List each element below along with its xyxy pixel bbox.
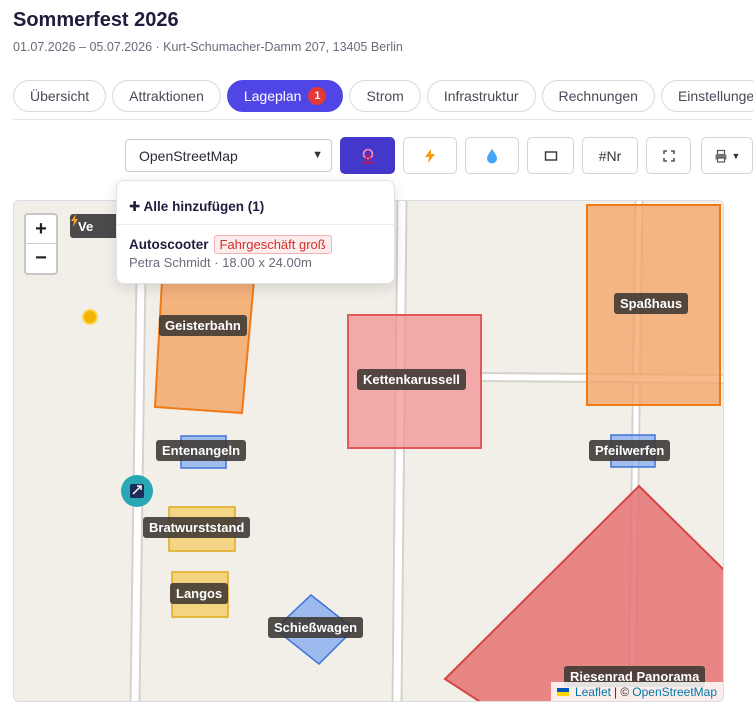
energy-legend-chip[interactable]: Ve [70, 214, 120, 238]
tab-bar: Übersicht Attraktionen Lageplan 1 Strom I… [13, 80, 753, 112]
chevron-down-icon: ▼ [312, 149, 323, 161]
tab-label: Einstellungen [677, 88, 753, 104]
map-label-spasshaus: Spaßhaus [614, 293, 689, 314]
ukraine-flag-icon [556, 687, 569, 696]
event-subtitle: 01.07.2026 – 05.07.2026 · Kurt-Schumache… [13, 40, 403, 54]
map-label-kettenkarussell: Kettenkarussell [357, 369, 466, 390]
tab-einstellungen[interactable]: Einstellungen [660, 80, 753, 112]
tab-attraktionen[interactable]: Attraktionen [112, 80, 221, 112]
leaflet-link[interactable]: Leaflet [575, 685, 611, 699]
map-label-entenangeln: Entenangeln [156, 440, 247, 461]
tab-label: Strom [366, 88, 404, 104]
zoom-control: + − [24, 213, 58, 275]
map-label-langos: Langos [170, 583, 229, 604]
fullscreen-button[interactable] [646, 137, 691, 174]
tab-label: Infrastruktur [443, 88, 519, 104]
tab-label: Rechnungen [558, 88, 638, 104]
osm-link[interactable]: OpenStreetMap [632, 685, 717, 699]
print-menu-button[interactable]: ▼ [701, 137, 753, 174]
add-all-button[interactable]: ✚ Alle hinzufügen (1) [129, 199, 264, 215]
attribution-separator: | © [613, 684, 630, 699]
tab-strom[interactable]: Strom [349, 80, 421, 112]
printer-icon [715, 149, 727, 163]
water-layer-button[interactable] [465, 137, 519, 174]
power-marker[interactable] [82, 309, 98, 325]
map-attribution: Leaflet | © OpenStreetMap [550, 682, 723, 701]
zoom-in-button[interactable]: + [26, 215, 56, 244]
attractions-layer-button[interactable] [340, 137, 395, 174]
category-badge: Fahrgeschäft groß [213, 235, 332, 254]
water-marker[interactable] [121, 475, 153, 507]
page-title: Sommerfest 2026 [13, 9, 179, 31]
map-label-pfeilwerfen: Pfeilwerfen [589, 440, 671, 461]
fullscreen-icon [662, 149, 675, 162]
chevron-down-icon: ▼ [731, 150, 741, 161]
rectangle-icon [544, 150, 557, 161]
tab-rechnungen[interactable]: Rechnungen [541, 80, 655, 112]
popover-item-name: Autoscooter [129, 237, 209, 252]
tab-label: Übersicht [30, 88, 90, 104]
tab-label: Attraktionen [129, 88, 204, 104]
lightning-icon [425, 148, 435, 163]
add-attractions-popover: ✚ Alle hinzufügen (1) Autoscooter Fahrge… [116, 180, 395, 284]
count-badge: 1 [308, 87, 327, 105]
map-label-schiesswagen: Schießwagen [268, 617, 364, 638]
tab-label: Lageplan [243, 88, 302, 104]
map-label-geisterbahn: Geisterbahn [159, 315, 247, 336]
map-label-bratwurststand: Bratwurststand [143, 517, 251, 538]
area-geisterbahn[interactable] [153, 280, 256, 415]
tab-infrastruktur[interactable]: Infrastruktur [426, 80, 536, 112]
popover-item-meta: Petra Schmidt · 18.00 x 24.00m [129, 255, 312, 270]
lightning-icon [71, 214, 78, 227]
zoom-out-button[interactable]: − [26, 244, 56, 273]
number-toggle-button[interactable]: #Nr [582, 137, 638, 174]
power-layer-button[interactable] [403, 137, 457, 174]
energy-chip-label: Ve [78, 218, 94, 234]
water-drop-icon [487, 148, 497, 163]
draw-rectangle-button[interactable] [527, 137, 574, 174]
number-toggle-label: #Nr [598, 147, 622, 164]
popover-divider [117, 224, 394, 225]
ferris-wheel-icon [362, 148, 373, 164]
popover-item[interactable]: Autoscooter Fahrgeschäft groß [129, 235, 332, 254]
tab-divider [13, 119, 753, 120]
tab-lageplan[interactable]: Lageplan 1 [226, 80, 344, 112]
tab-uebersicht[interactable]: Übersicht [13, 80, 107, 112]
layer-select-value: OpenStreetMap [139, 147, 238, 164]
layer-select[interactable]: OpenStreetMap ▼ [125, 139, 332, 172]
